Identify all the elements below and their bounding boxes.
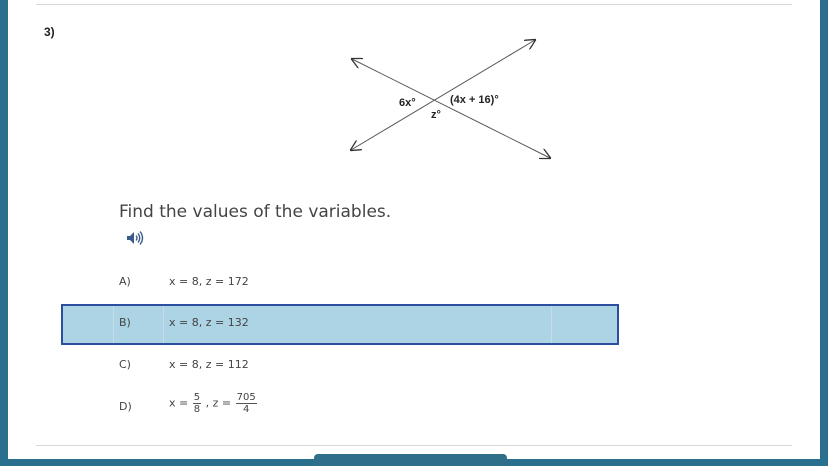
angle-label-z: z°: [431, 109, 441, 121]
choice-text: x = 5 8 , z = 705 4: [169, 392, 258, 415]
cell-divider: [163, 306, 164, 343]
question-prompt: Find the values of the variables.: [119, 202, 392, 222]
line-one: [352, 59, 550, 158]
choice-c[interactable]: C) x = 8, z = 112: [61, 346, 619, 387]
choice-letter: A): [119, 275, 131, 288]
choice-b[interactable]: B) x = 8, z = 132: [61, 304, 619, 345]
choice-a[interactable]: A) x = 8, z = 172: [61, 263, 619, 304]
cell-divider: [551, 306, 552, 343]
question-panel: 3) 6x° (4x + 16)° z° Find the values of …: [8, 0, 820, 466]
fraction-numerator: 5: [192, 392, 202, 404]
x-prefix: x =: [169, 396, 189, 410]
cell-divider: [113, 306, 114, 343]
choice-letter: B): [119, 316, 131, 329]
choice-text: x = 8, z = 172: [169, 275, 249, 288]
fraction-x: 5 8: [192, 392, 202, 415]
bottom-divider: [36, 445, 792, 446]
fraction-denominator: 4: [242, 404, 250, 415]
speaker-icon[interactable]: [125, 229, 145, 247]
fraction-z: 705 4: [235, 392, 257, 415]
fraction-denominator: 8: [193, 404, 201, 415]
choice-text: x = 8, z = 132: [169, 316, 249, 329]
choice-text: x = 8, z = 112: [169, 358, 249, 371]
choice-d[interactable]: D) x = 5 8 , z = 705 4: [61, 388, 619, 429]
choice-letter: D): [119, 400, 132, 413]
choice-letter: C): [119, 358, 131, 371]
angle-label-6x: 6x°: [399, 97, 416, 109]
navigation-button[interactable]: [314, 454, 507, 466]
fraction-numerator: 705: [235, 392, 257, 404]
angle-diagram: 6x° (4x + 16)° z°: [8, 0, 820, 200]
angle-label-4x16: (4x + 16)°: [450, 94, 499, 106]
z-prefix: , z =: [205, 396, 232, 410]
line-two: [351, 40, 535, 150]
